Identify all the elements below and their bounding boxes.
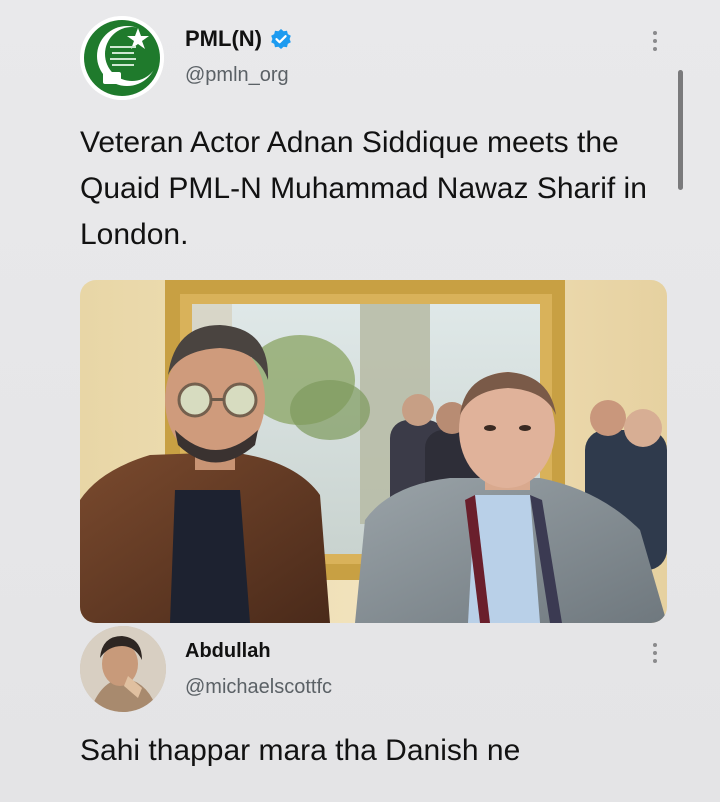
reply-more-options-icon[interactable]	[645, 638, 665, 668]
reply-author-avatar[interactable]	[80, 626, 166, 712]
tweet-photo[interactable]	[80, 280, 667, 623]
pmln-logo-icon	[80, 16, 164, 100]
scrollbar-thumb[interactable]	[678, 70, 683, 190]
author-name[interactable]: PML(N)	[185, 26, 292, 52]
author-avatar[interactable]	[80, 16, 164, 100]
reply-author-handle[interactable]: @michaelscottfc	[185, 676, 332, 699]
tweet-screen: PML(N) @pmln_org Veteran Actor Adnan Sid…	[0, 0, 720, 802]
photo-image	[80, 280, 667, 623]
author-name-text: PML(N)	[185, 26, 262, 51]
tweet-text: Veteran Actor Adnan Siddique meets the Q…	[80, 126, 647, 251]
verified-badge-icon	[271, 29, 291, 49]
author-handle[interactable]: @pmln_org	[185, 64, 289, 87]
reply-text: Sahi thappar mara tha Danish ne	[80, 734, 521, 767]
reply-author-name[interactable]: Abdullah	[185, 640, 271, 663]
more-options-icon[interactable]	[645, 26, 665, 56]
reply-avatar-image	[80, 626, 166, 712]
